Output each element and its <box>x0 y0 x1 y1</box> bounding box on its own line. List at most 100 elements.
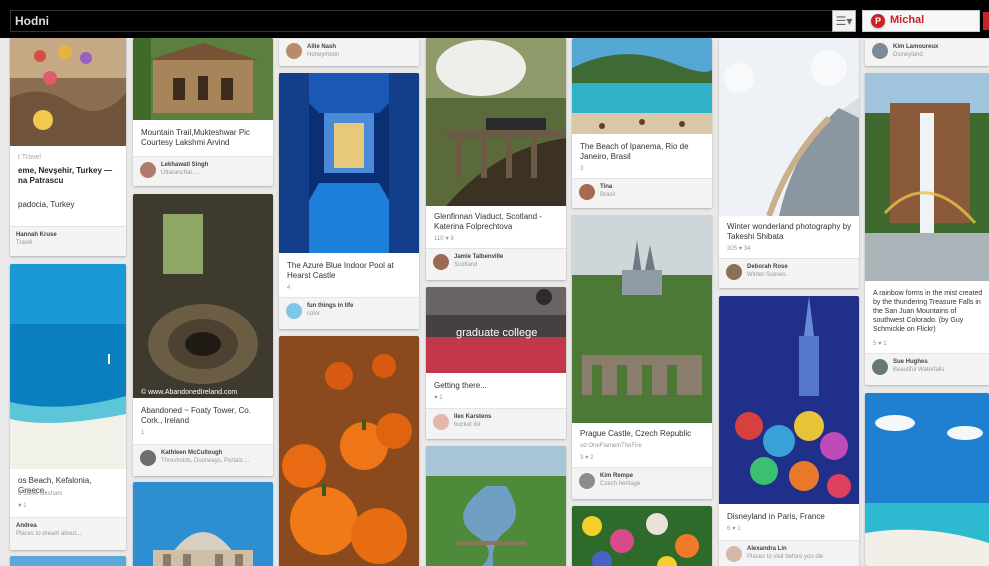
pin-image-disney <box>719 296 859 504</box>
pin-ipanema[interactable]: The Beach of Ipanema, Rio de Janeiro, Br… <box>572 38 712 208</box>
avatar <box>433 254 449 270</box>
board-name: Travel <box>16 240 33 246</box>
pin-honeymoon[interactable]: Allie Nash Honeymoon <box>279 38 419 66</box>
pin-attribution[interactable]: Andrea Places to dream about.... <box>10 517 126 550</box>
pin-image-pool <box>279 73 419 253</box>
pin-pumpkins[interactable] <box>279 336 419 566</box>
pin-image-sky <box>10 556 126 566</box>
pin-image-waterfall <box>865 73 989 281</box>
pin-graduate-college[interactable]: graduate college Getting there... ♥ 1 Il… <box>426 287 566 439</box>
pin-foaty-tower[interactable]: © www.AbandonedIreland.com Abandoned ~ F… <box>133 194 273 476</box>
pin-building[interactable] <box>133 482 273 566</box>
pinner-name: Lekhawati Singh <box>161 162 209 168</box>
pin-stats: 305 ♥ 34 <box>727 246 751 252</box>
pinner-name: Andrea <box>16 523 37 529</box>
pin-attribution[interactable]: Jamie Talbenville Scotland <box>426 248 566 280</box>
address-bar[interactable]: Hodni <box>10 10 855 32</box>
pin-stats: 5 ♥ 1 <box>873 341 887 347</box>
pin-treasure-falls[interactable]: A rainbow forms in the mist created by t… <box>865 73 989 385</box>
pin-description: The Beach of Ipanema, Rio de Janeiro, Br… <box>580 142 689 161</box>
pin-prague-castle[interactable]: Prague Castle, Czech Republic od OneFlam… <box>572 215 712 499</box>
pin-cappadocia[interactable]: t Travel eme, Nevşehir, Turkey — na Patr… <box>10 38 126 256</box>
pin-attribution[interactable]: fun things in life color <box>279 297 419 329</box>
board-name: Uttaranchal .... <box>161 170 201 176</box>
pin-glenfinnan[interactable]: Glenfinnan Viaduct, Scotland - Katerina … <box>426 38 566 280</box>
pin-image-pumpkins <box>279 336 419 566</box>
pinner-name: Sue Hughes <box>893 359 928 365</box>
pin-attribution[interactable]: Lekhawati Singh Uttaranchal .... <box>133 156 273 186</box>
board-name: bucket list <box>454 422 481 428</box>
pin-attribution[interactable]: Kim Rempe Czech heritage <box>572 467 712 499</box>
pin-description: Winter wonderland photography by Takeshi… <box>727 222 852 241</box>
pin-stats: 3 <box>580 166 584 172</box>
pin-image-beach <box>10 264 126 469</box>
avatar <box>140 162 156 178</box>
board-name: Beautiful Waterfalls <box>893 367 945 373</box>
pin-description: Disneyland in Paris, France <box>727 512 825 521</box>
pin-description: Mountain Trail,Mukteshwar Pic Courtesy L… <box>141 128 250 147</box>
menu-icon[interactable]: ☰▾ <box>832 10 856 32</box>
pin-image-balloons <box>10 38 126 146</box>
avatar <box>726 546 742 562</box>
pin-description-cont: na Patrascu <box>18 176 64 185</box>
pin-description: Getting there... <box>434 381 487 390</box>
pin-attribution[interactable]: Ilex Karstens bucket list <box>426 408 566 439</box>
avatar <box>726 264 742 280</box>
pin-attribution[interactable]: Tina Brasil <box>572 178 712 208</box>
user-menu[interactable]: P Michal <box>862 10 980 32</box>
board-name: Places to dream about.... <box>16 531 83 537</box>
board-name: Czech heritage <box>600 481 641 487</box>
pin-attribution[interactable]: Allie Nash Honeymoon <box>279 38 419 66</box>
pinner-name: Jamie Talbenville <box>454 254 504 260</box>
pin-attribution[interactable]: Kathleen McCullough Thresholds, Doorways… <box>133 444 273 476</box>
board-name: Scotland <box>454 262 478 268</box>
notification-badge[interactable] <box>983 12 989 30</box>
pin-stats: 110 ♥ 8 <box>434 236 454 242</box>
pin-hearst-pool[interactable]: The Azure Blue Indoor Pool at Hearst Cas… <box>279 73 419 329</box>
pinner-name: Kim Lamoureux <box>893 44 939 50</box>
pin-description: eme, Nevşehir, Turkey — <box>18 166 113 175</box>
pin-mukteshwar[interactable]: Mountain Trail,Mukteshwar Pic Courtesy L… <box>133 38 273 186</box>
pin-overlay-text: graduate college <box>456 327 537 339</box>
pin-attribution[interactable]: Hannah Kruse Travel <box>10 226 126 256</box>
pin-flowers[interactable] <box>572 506 712 566</box>
board-name: Honeymoon <box>307 52 340 58</box>
board-name: color <box>307 311 321 317</box>
pinner-name: Kathleen McCullough <box>161 450 223 456</box>
pin-image-viaduct <box>426 38 566 206</box>
pin-image-house <box>133 38 273 120</box>
pinner-name: fun things in life <box>307 303 354 309</box>
avatar <box>286 303 302 319</box>
pin-attribution[interactable]: Sue Hughes Beautiful Waterfalls <box>865 353 989 385</box>
pin-description: Prague Castle, Czech Republic <box>580 429 692 438</box>
pin-source-label: t Travel <box>18 154 41 161</box>
board-name: Places to visit before you die <box>747 554 824 560</box>
pinner-name: Allie Nash <box>307 44 337 50</box>
pin-sea[interactable] <box>865 393 989 566</box>
browser-toolbar: Hodni ☰▾ P Michal <box>0 0 989 38</box>
pin-partial[interactable] <box>10 556 126 566</box>
pin-river[interactable] <box>426 446 566 566</box>
pin-disneyland-paris[interactable]: Disneyland in Paris, France 6 ♥ 1 Alexan… <box>719 296 859 566</box>
pinner-name: Kim Rempe <box>600 473 634 479</box>
board-name: Disneyland <box>893 52 923 58</box>
pin-description: Glenfinnan Viaduct, Scotland - Katerina … <box>434 212 542 231</box>
pin-image-river <box>426 446 566 566</box>
pin-kefalonia[interactable]: os Beach, Kefalonia, Greece. d Steve Oks… <box>10 264 126 550</box>
pin-stats: ♥ 1 <box>18 503 27 509</box>
pin-stats: 6 ♥ 1 <box>727 526 741 532</box>
pinner-name: Deborah Rose <box>747 264 788 270</box>
pin-attribution[interactable]: Deborah Rose Winter Scenes <box>719 258 859 288</box>
pin-image-graduation: graduate college <box>426 287 566 373</box>
pin-stats: 4 <box>287 285 291 291</box>
pin-description: The Azure Blue Indoor Pool at Hearst Cas… <box>287 261 394 280</box>
pin-description: A rainbow forms in the mist created by t… <box>873 290 983 333</box>
pin-winter[interactable]: Winter wonderland photography by Takeshi… <box>719 38 859 288</box>
pin-grid: t Travel eme, Nevşehir, Turkey — na Patr… <box>0 38 989 566</box>
pin-attribution[interactable]: Kim Lamoureux Disneyland <box>865 38 989 66</box>
pinner-name: Alexandra Lin <box>747 546 787 552</box>
pin-disneyland-board[interactable]: Kim Lamoureux Disneyland <box>865 38 989 66</box>
pinner-name: Ilex Karstens <box>454 414 492 420</box>
pin-attribution[interactable]: Alexandra Lin Places to visit before you… <box>719 540 859 566</box>
board-name: Brasil <box>600 192 616 198</box>
